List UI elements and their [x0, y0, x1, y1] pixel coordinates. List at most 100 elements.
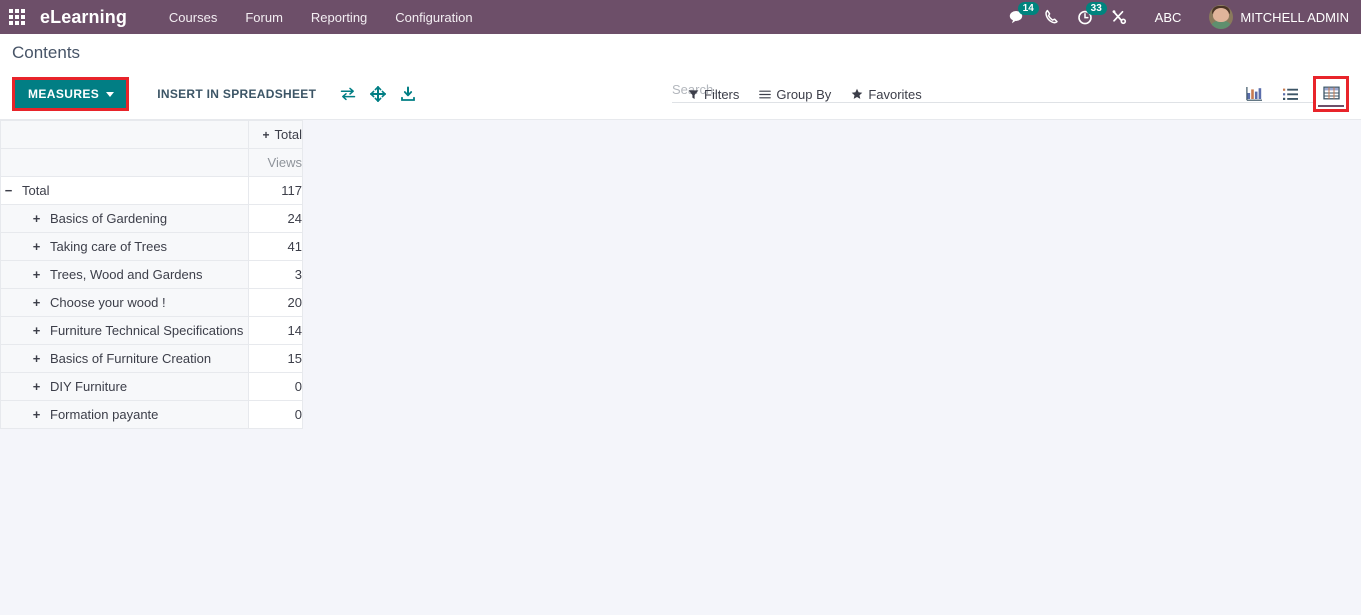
- expand-all-icon: [370, 86, 387, 102]
- pivot-value-cell[interactable]: 41: [248, 232, 303, 261]
- flip-axis-button[interactable]: [340, 86, 356, 102]
- expand-row-icon: +: [32, 295, 41, 310]
- table-row: + Trees, Wood and Gardens 3: [0, 260, 303, 289]
- chevron-down-icon: [106, 91, 115, 97]
- insert-in-spreadsheet-button[interactable]: INSERT IN SPREADSHEET: [147, 80, 326, 108]
- pivot-table-body: − Total 117 + Basics of Gardening 24 + Taking c…: [0, 176, 303, 429]
- favorites-label: Favorites: [868, 86, 922, 102]
- expand-row-icon: +: [32, 323, 41, 338]
- table-row: + Basics of Gardening 24: [0, 204, 303, 233]
- phone-button[interactable]: [1035, 0, 1069, 34]
- download-xlsx-button[interactable]: [400, 86, 416, 102]
- pivot-value-cell[interactable]: 0: [248, 372, 303, 401]
- measures-button[interactable]: MEASURES: [15, 80, 127, 108]
- pivot-row-label: Formation payante: [50, 407, 159, 422]
- pivot-column-total-label: Total: [274, 127, 302, 142]
- pivot-row-header[interactable]: + Basics of Furniture Creation: [0, 344, 249, 373]
- apps-menu-button[interactable]: [0, 0, 34, 34]
- expand-row-icon: +: [32, 267, 41, 282]
- filters-label: Filters: [704, 86, 740, 102]
- phone-icon: [1045, 9, 1058, 24]
- pivot-row-header[interactable]: + Taking care of Trees: [0, 232, 249, 261]
- pivot-row-header[interactable]: + Furniture Technical Specifications: [0, 316, 249, 345]
- pivot-row-header[interactable]: + DIY Furniture: [0, 372, 249, 401]
- group-by-button[interactable]: Group By: [759, 87, 831, 102]
- app-brand-title[interactable]: eLearning: [40, 7, 127, 28]
- pivot-row-label: Taking care of Trees: [50, 239, 168, 254]
- bar-chart-icon: [1245, 87, 1262, 101]
- expand-row-icon: +: [32, 407, 41, 422]
- list-view-icon: [1282, 88, 1298, 100]
- user-name-label: MITCHELL ADMIN: [1240, 9, 1349, 25]
- favorites-button[interactable]: Favorites: [851, 86, 922, 102]
- star-icon: [852, 88, 863, 99]
- table-row: + Choose your wood ! 20: [0, 288, 303, 317]
- expand-row-icon: +: [32, 351, 41, 366]
- control-panel: Contents MEASURES INSERT IN SPREADSHEET: [0, 34, 1361, 120]
- pivot-row-label: Furniture Technical Specifications: [50, 323, 244, 338]
- pivot-value-cell[interactable]: 0: [248, 400, 303, 429]
- pivot-row-header[interactable]: + Trees, Wood and Gardens: [0, 260, 249, 289]
- menu-item-forum[interactable]: Forum: [231, 2, 297, 33]
- pivot-corner-cell: [0, 120, 249, 149]
- pivot-view-button[interactable]: [1318, 81, 1344, 107]
- list-view-button[interactable]: [1277, 82, 1303, 106]
- tools-button[interactable]: [1103, 0, 1137, 34]
- table-row: + Furniture Technical Specifications 14: [0, 316, 303, 345]
- pivot-value-cell[interactable]: 117: [248, 176, 303, 205]
- expand-all-button[interactable]: [370, 86, 387, 102]
- pivot-row-header[interactable]: + Choose your wood !: [0, 288, 249, 317]
- list-lines-icon: [759, 90, 772, 98]
- tools-icon: [1112, 9, 1127, 24]
- systray: 14 33 ABC MITCHELL ADMIN: [1001, 0, 1361, 34]
- control-panel-top-row: Contents: [0, 34, 1361, 74]
- pivot-column-header-row: + Total: [0, 120, 303, 149]
- expand-row-icon: +: [32, 379, 41, 394]
- graph-view-button[interactable]: [1241, 82, 1267, 106]
- search-facet-buttons: Filters Group By Favorites: [688, 87, 922, 102]
- filters-button[interactable]: Filters: [688, 87, 739, 102]
- pivot-row-header[interactable]: − Total: [0, 176, 249, 205]
- expand-row-icon: +: [32, 239, 41, 254]
- pivot-row-label: Trees, Wood and Gardens: [50, 267, 203, 282]
- activities-button[interactable]: 33: [1069, 0, 1107, 34]
- table-row: + Taking care of Trees 41: [0, 232, 303, 261]
- pivot-value-cell[interactable]: 24: [248, 204, 303, 233]
- measures-highlight-box: MEASURES: [12, 77, 130, 111]
- flip-axis-icon: [340, 87, 356, 101]
- collapse-row-icon: −: [4, 183, 13, 198]
- funnel-icon: [688, 89, 699, 99]
- menu-item-configuration[interactable]: Configuration: [381, 2, 486, 33]
- debug-language-button[interactable]: ABC: [1137, 10, 1200, 25]
- pivot-row-label: Basics of Furniture Creation: [50, 351, 212, 366]
- group-by-label: Group By: [776, 86, 832, 102]
- pivot-table: + Total Views − Total 117 + Basics of Gardeni…: [0, 120, 303, 429]
- view-switcher: [1241, 76, 1349, 112]
- pivot-tools: [340, 86, 416, 102]
- pivot-row-header[interactable]: + Formation payante: [0, 400, 249, 429]
- pivot-value-cell[interactable]: 14: [248, 316, 303, 345]
- breadcrumb[interactable]: Contents: [0, 43, 80, 63]
- menu-item-reporting[interactable]: Reporting: [297, 2, 381, 33]
- pivot-corner-cell-2: [0, 148, 249, 177]
- messages-button[interactable]: 14: [1001, 0, 1039, 34]
- pivot-row-label: Basics of Gardening: [50, 211, 168, 226]
- pivot-row-label: DIY Furniture: [50, 379, 128, 394]
- pivot-value-cell[interactable]: 3: [248, 260, 303, 289]
- main-menu: Courses Forum Reporting Configuration: [155, 2, 487, 33]
- pivot-row-header[interactable]: + Basics of Gardening: [0, 204, 249, 233]
- top-navbar: eLearning Courses Forum Reporting Config…: [0, 0, 1361, 34]
- user-avatar: [1209, 5, 1234, 29]
- pivot-column-total-header[interactable]: + Total: [248, 120, 303, 149]
- table-row: + DIY Furniture 0: [0, 372, 303, 401]
- menu-item-courses[interactable]: Courses: [155, 2, 231, 33]
- pivot-measure-header-row: Views: [0, 148, 303, 177]
- pivot-measure-views-header: Views: [248, 148, 303, 177]
- download-xlsx-icon: [401, 86, 416, 101]
- measures-button-label: MEASURES: [28, 87, 100, 101]
- pivot-value-cell[interactable]: 20: [248, 288, 303, 317]
- pivot-value-cell[interactable]: 15: [248, 344, 303, 373]
- pivot-grid-icon: [1322, 86, 1340, 99]
- user-menu-button[interactable]: MITCHELL ADMIN: [1199, 5, 1349, 29]
- table-row: − Total 117: [0, 176, 303, 205]
